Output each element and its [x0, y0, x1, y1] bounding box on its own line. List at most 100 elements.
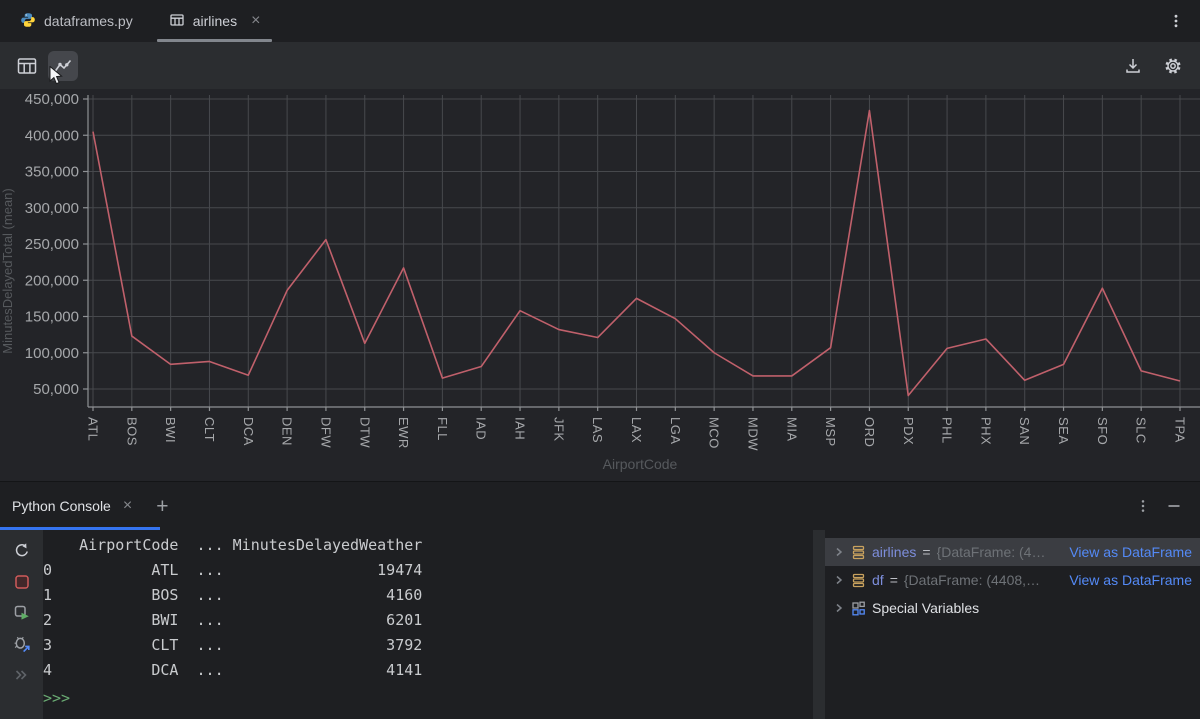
view-as-dataframe-link[interactable]: View as DataFrame — [1069, 544, 1192, 560]
svg-text:MinutesDelayedTotal (mean): MinutesDelayedTotal (mean) — [0, 188, 15, 353]
tab-label: airlines — [193, 13, 237, 29]
close-icon[interactable]: × — [251, 13, 260, 29]
variable-row-df[interactable]: df = {DataFrame: (4408,… View as DataFra… — [825, 566, 1200, 594]
kebab-icon — [1168, 13, 1184, 29]
console-header: Python Console × + — [0, 482, 1200, 530]
double-chevron-icon — [13, 666, 31, 684]
dataframe-icon — [851, 573, 866, 588]
svg-text:MCO: MCO — [707, 417, 722, 449]
console-options-kebab-icon[interactable] — [1136, 498, 1150, 514]
console-action-gutter — [0, 530, 43, 719]
debug-bug-icon — [13, 635, 31, 653]
execute-icon — [13, 604, 31, 622]
svg-text:LAX: LAX — [629, 417, 644, 443]
svg-text:PHL: PHL — [940, 417, 955, 444]
console-body: AirportCode ... MinutesDelayedWeather 0 … — [0, 530, 1200, 719]
dataframe-preview-text: AirportCode ... MinutesDelayedWeather 0 … — [43, 530, 813, 683]
chevron-right-icon[interactable] — [833, 574, 845, 586]
execute-in-console-button[interactable] — [13, 604, 31, 622]
svg-text:JFK: JFK — [551, 417, 566, 442]
svg-text:300,000: 300,000 — [25, 200, 79, 217]
svg-text:EWR: EWR — [396, 417, 411, 449]
svg-text:PHX: PHX — [978, 417, 993, 445]
tab-python-console[interactable]: Python Console × — [0, 482, 144, 530]
chevron-right-icon[interactable] — [833, 546, 845, 558]
new-console-button[interactable]: + — [144, 496, 180, 517]
svg-text:350,000: 350,000 — [25, 164, 79, 181]
tab-airlines[interactable]: airlines × — [157, 0, 273, 42]
variable-name: airlines — [872, 544, 916, 560]
table-icon — [169, 12, 185, 31]
svg-text:SFO: SFO — [1095, 417, 1110, 445]
download-icon — [1123, 56, 1143, 76]
variable-value: {DataFrame: (4408,… — [904, 572, 1063, 588]
python-console-panel: Python Console × + — [0, 481, 1200, 719]
dataframe-chart-region: 50,000100,000150,000200,000250,000300,00… — [0, 89, 1200, 481]
gear-icon — [1163, 56, 1183, 76]
variable-value: {DataFrame: (4… — [937, 544, 1064, 560]
chevron-right-icon[interactable] — [833, 602, 845, 614]
svg-text:LGA: LGA — [668, 417, 683, 445]
chart-toolbar — [0, 42, 1200, 89]
svg-text:DCA: DCA — [241, 417, 256, 446]
svg-text:150,000: 150,000 — [25, 309, 79, 326]
svg-text:MDW: MDW — [745, 417, 760, 451]
svg-text:IAH: IAH — [513, 417, 528, 440]
minimize-icon[interactable] — [1166, 498, 1182, 514]
app-window: { "tab_bar": { "tabs": [ { "label": "dat… — [0, 0, 1200, 719]
svg-text:SEA: SEA — [1056, 417, 1071, 445]
svg-text:FLL: FLL — [435, 417, 450, 441]
special-variables-icon — [851, 601, 866, 616]
svg-text:MIA: MIA — [784, 417, 799, 442]
console-output[interactable]: AirportCode ... MinutesDelayedWeather 0 … — [43, 530, 813, 719]
svg-text:TPA: TPA — [1173, 417, 1188, 443]
svg-text:50,000: 50,000 — [33, 381, 79, 398]
svg-text:SLC: SLC — [1134, 417, 1149, 444]
stop-button[interactable] — [13, 573, 31, 591]
scroll-to-end-button[interactable] — [13, 666, 31, 684]
special-variables-label: Special Variables — [872, 600, 979, 616]
rerun-console-button[interactable] — [13, 542, 31, 560]
attach-debugger-button[interactable] — [13, 635, 31, 653]
svg-text:PDX: PDX — [901, 417, 916, 445]
settings-button[interactable] — [1158, 51, 1188, 81]
svg-text:ATL: ATL — [86, 417, 101, 441]
equals-sign: = — [922, 544, 930, 560]
equals-sign: = — [890, 572, 898, 588]
mouse-cursor — [49, 66, 67, 91]
editor-menu-button[interactable] — [1152, 0, 1200, 42]
variable-row-airlines[interactable]: airlines = {DataFrame: (4… View as DataF… — [825, 538, 1200, 566]
table-view-button[interactable] — [12, 51, 42, 81]
variable-name: df — [872, 572, 884, 588]
svg-text:BWI: BWI — [163, 417, 178, 443]
editor-tab-bar: dataframes.py airlines × — [0, 0, 1200, 42]
variable-row-special-variables[interactable]: Special Variables — [825, 594, 1200, 622]
console-variables-splitter[interactable] — [813, 530, 825, 719]
svg-text:ORD: ORD — [862, 417, 877, 447]
chart-toolbar-right — [1118, 51, 1188, 81]
console-tab-label: Python Console — [12, 498, 111, 514]
stop-icon — [13, 573, 31, 591]
svg-text:DTW: DTW — [357, 417, 372, 448]
python-icon — [20, 12, 36, 31]
svg-text:CLT: CLT — [202, 417, 217, 442]
console-active-tab-underline — [0, 527, 160, 530]
dataframe-icon — [851, 545, 866, 560]
airport-delay-line-chart: 50,000100,000150,000200,000250,000300,00… — [0, 89, 1200, 481]
svg-text:400,000: 400,000 — [25, 127, 79, 144]
svg-text:250,000: 250,000 — [25, 236, 79, 253]
tab-dataframes-py[interactable]: dataframes.py — [8, 0, 145, 42]
console-header-actions — [1136, 498, 1200, 514]
svg-text:450,000: 450,000 — [25, 91, 79, 108]
export-button[interactable] — [1118, 51, 1148, 81]
table-grid-icon — [16, 55, 38, 77]
svg-text:SAN: SAN — [1017, 417, 1032, 445]
svg-text:MSP: MSP — [823, 417, 838, 447]
console-prompt[interactable]: >>> — [43, 683, 813, 711]
close-icon[interactable]: × — [123, 498, 132, 514]
svg-text:200,000: 200,000 — [25, 272, 79, 289]
view-as-dataframe-link[interactable]: View as DataFrame — [1069, 572, 1192, 588]
variables-panel: airlines = {DataFrame: (4… View as DataF… — [825, 530, 1200, 719]
tab-label: dataframes.py — [44, 13, 133, 29]
svg-text:BOS: BOS — [124, 417, 139, 446]
